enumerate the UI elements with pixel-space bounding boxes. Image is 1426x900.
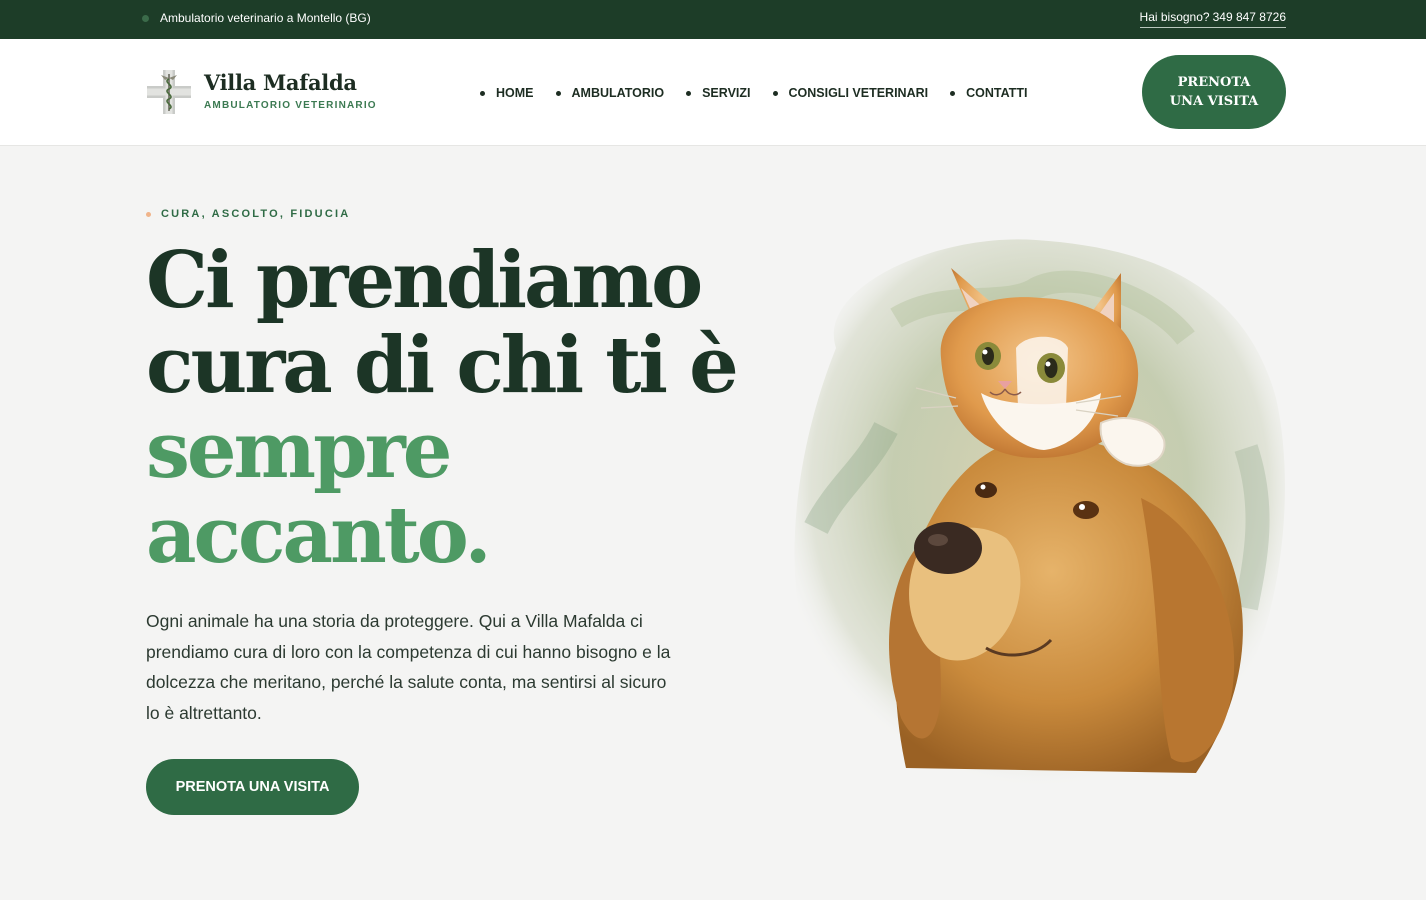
nav-item-home[interactable]: HOME [480,86,534,100]
headline-line-1: Ci prendiamo [146,235,703,326]
location-text: Ambulatorio veterinario a Montello (BG) [160,11,371,25]
nav-item-consigli-veterinari[interactable]: CONSIGLI VETERINARI [772,86,929,100]
location-dot-icon [142,14,149,22]
nav-item-label: CONSIGLI VETERINARI [788,86,929,100]
hero-headline: Ci prendiamo cura di chi ti è sempre acc… [146,238,746,578]
phone-number: 349 847 8726 [1212,10,1286,24]
eyebrow-text: CURA, ASCOLTO, FIDUCIA [161,208,351,220]
nav-item-servizi[interactable]: SERVIZI [686,86,751,100]
top-bar: Ambulatorio veterinario a Montello (BG) … [0,0,1426,39]
nav-item-label: CONTATTI [966,86,1028,100]
brand-tagline: AMBULATORIO VETERINARIO [204,100,377,111]
headline-line-2: cura di chi ti è [146,320,739,411]
nav-item-label: HOME [496,86,534,100]
cta-line-1: PRENOTA [1177,75,1251,90]
site-header: Villa Mafalda AMBULATORIO VETERINARIO HO… [0,39,1426,146]
book-visit-header-label: PRENOTA UNA VISITA [1170,73,1259,111]
nav-item-label: AMBULATORIO [571,86,665,100]
nav-bullet-icon [950,90,956,96]
hero-eyebrow: CURA, ASCOLTO, FIDUCIA [146,208,350,220]
main-nav: HOME AMBULATORIO SERVIZI CONSIGLI VETERI… [480,86,1049,100]
nav-bullet-icon [555,90,561,96]
help-phone-link[interactable]: Hai bisogno? 349 847 8726 [1139,10,1286,28]
nav-bullet-icon [686,90,692,96]
nav-bullet-icon [480,90,485,96]
brand-name[interactable]: Villa Mafalda [204,70,357,95]
book-visit-header-button[interactable]: PRENOTA UNA VISITA [1142,55,1286,129]
nav-item-label: SERVIZI [702,86,751,100]
nav-bullet-icon [772,90,778,96]
headline-line-3: sempre [146,405,452,496]
caduceus-cross-icon[interactable] [146,69,192,115]
book-visit-hero-button[interactable]: PRENOTA UNA VISITA [146,759,359,815]
nav-item-ambulatorio[interactable]: AMBULATORIO [555,86,665,100]
hero-lead-text: Ogni animale ha una storia da proteggere… [146,611,671,723]
headline-line-4: accanto. [146,490,492,581]
cat-dog-illustration [776,228,1291,798]
nav-item-contatti[interactable]: CONTATTI [950,86,1027,100]
eyebrow-dot-icon [146,211,151,217]
help-label: Hai bisogno? [1139,10,1210,24]
location-info: Ambulatorio veterinario a Montello (BG) [142,11,371,25]
cta-line-2: UNA VISITA [1169,94,1259,109]
